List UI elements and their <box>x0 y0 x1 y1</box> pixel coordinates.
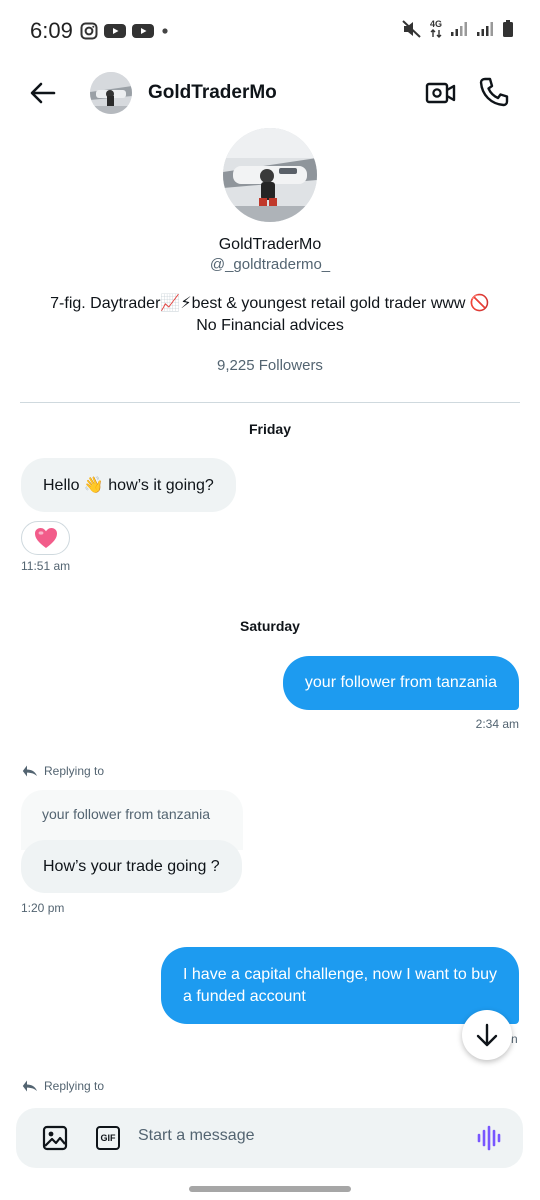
replying-to-label: Replying to <box>22 1079 104 1093</box>
phone-icon <box>476 74 512 110</box>
message-text: I have a capital challenge, now I want t… <box>183 966 497 983</box>
message-text: How’s your trade going ? <box>43 857 220 875</box>
status-time: 6:09 <box>30 18 73 43</box>
gif-label: GIF <box>100 1133 116 1143</box>
network-type-icon: 4G <box>430 20 442 38</box>
message-text-block: I have a capital challenge, now I want t… <box>183 947 497 1008</box>
phone-call-button[interactable] <box>476 74 512 110</box>
day-separator: Saturday <box>240 618 300 634</box>
add-photo-button[interactable] <box>42 1125 68 1151</box>
battery-icon <box>502 20 514 38</box>
reply-arrow-icon <box>22 764 38 778</box>
message-outgoing[interactable]: your follower from tanzania <box>282 656 519 710</box>
profile-bio-line: 7-fig. Daytrader📈⚡best & youngest retail… <box>50 295 490 312</box>
voice-wave-icon <box>476 1125 504 1151</box>
message-timestamp: 2:34 am <box>475 717 519 731</box>
message-text: a funded account <box>183 988 306 1005</box>
profile-bio-line: No Financial advices <box>196 317 344 334</box>
notification-dot-icon <box>160 26 170 36</box>
contact-name[interactable]: GoldTraderMo <box>148 82 277 104</box>
profile-bio: 7-fig. Daytrader📈⚡best & youngest retail… <box>0 293 540 337</box>
add-gif-button[interactable]: GIF <box>96 1126 120 1150</box>
arrow-down-icon <box>476 1023 498 1047</box>
status-bar: 6:09 4G <box>0 0 540 60</box>
image-icon <box>42 1125 68 1151</box>
video-call-icon <box>424 76 458 110</box>
replying-to-label: Replying to <box>22 764 104 778</box>
message-timestamp: n <box>511 1032 518 1046</box>
message-timestamp: 1:20 pm <box>21 901 65 915</box>
arrow-left-icon <box>30 82 56 104</box>
instagram-icon <box>80 22 98 40</box>
gif-icon: GIF <box>96 1126 120 1150</box>
message-incoming[interactable]: How’s your trade going ? <box>21 840 242 893</box>
youtube-icon <box>104 23 126 39</box>
quoted-text: your follower from tanzania <box>42 806 211 822</box>
message-outgoing[interactable]: I have a capital challenge, now I want t… <box>161 947 519 1024</box>
reply-arrow-icon <box>22 1079 38 1093</box>
divider <box>20 402 520 403</box>
message-text: your follower from tanzania <box>304 674 497 691</box>
scroll-to-bottom-button[interactable] <box>462 1010 512 1060</box>
avatar[interactable] <box>90 72 132 114</box>
reaction-badge[interactable] <box>21 521 70 555</box>
message-text: Hello 👋 how’s it going? <box>43 477 214 494</box>
message-composer: GIF Start a message <box>16 1108 523 1168</box>
message-timestamp: 11:51 am <box>21 559 71 573</box>
youtube-icon <box>132 23 154 39</box>
status-app-icons <box>80 22 170 40</box>
voice-message-button[interactable] <box>476 1125 504 1151</box>
profile-name: GoldTraderMo <box>218 236 322 253</box>
video-call-button[interactable] <box>424 76 458 110</box>
back-button[interactable] <box>26 76 60 110</box>
followers-count[interactable]: 9,225 Followers <box>0 357 540 374</box>
home-indicator[interactable] <box>189 1186 351 1192</box>
replying-to-text: Replying to <box>44 1079 105 1093</box>
conversation-header: GoldTraderMo <box>0 62 540 122</box>
message-incoming[interactable]: Hello 👋 how’s it going? <box>21 458 236 512</box>
profile-handle: @_goldtradermo_ <box>209 256 331 273</box>
mute-icon <box>402 20 422 38</box>
profile-summary: GoldTraderMo @_goldtradermo_ 7-fig. Dayt… <box>0 128 540 374</box>
day-separator: Friday <box>248 421 291 437</box>
replying-to-text: Replying to <box>44 764 105 778</box>
message-input[interactable]: Start a message <box>138 1127 255 1145</box>
signal-icon <box>476 21 494 37</box>
status-indicators: 4G <box>402 20 514 38</box>
heart-icon <box>33 526 59 550</box>
signal-icon <box>450 21 468 37</box>
profile-avatar[interactable] <box>223 128 317 222</box>
network-type-label: 4G <box>429 19 442 29</box>
